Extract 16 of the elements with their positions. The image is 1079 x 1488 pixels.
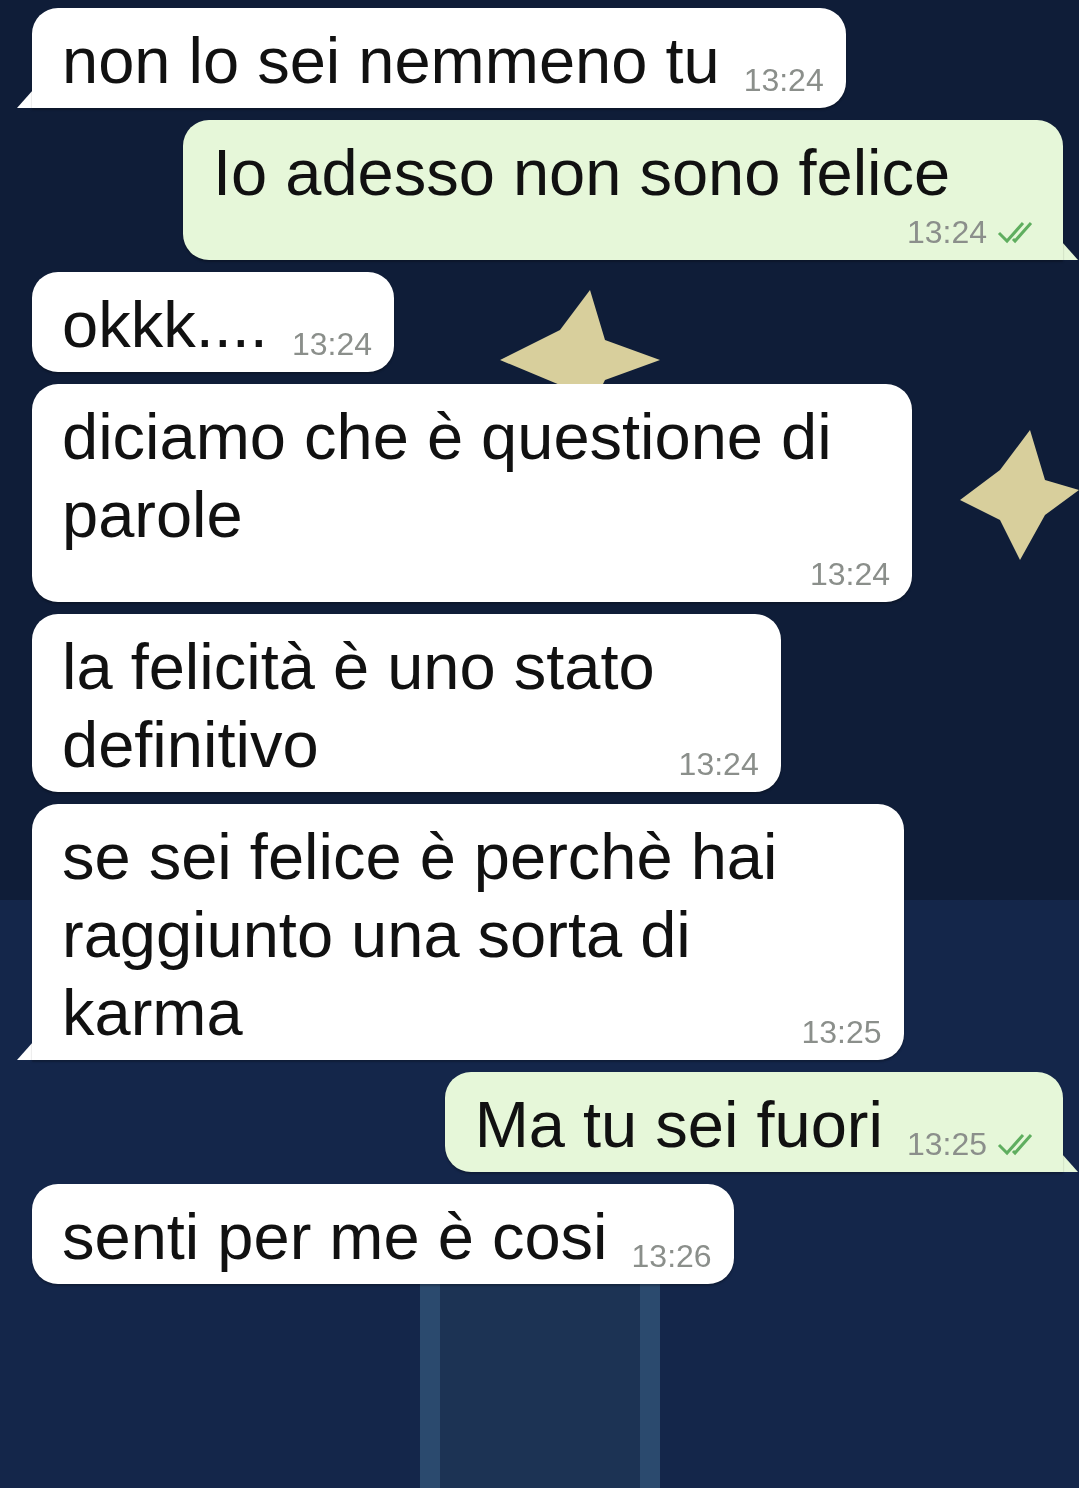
message-time: 13:25 <box>801 1013 882 1052</box>
message-text: Ma tu sei fuori <box>474 1087 883 1163</box>
message-text: diciamo che è questione di parole <box>62 399 832 553</box>
message-text: okkk.... <box>62 287 268 363</box>
message-time: 13:24 <box>291 325 372 364</box>
message-text: se sei felice è perchè hai raggiunto una sorta di karma <box>62 819 778 1051</box>
message-time: 13:24 <box>906 213 987 252</box>
message-text: non lo sei nemmeno tu <box>62 23 720 99</box>
message-time: 13:24 <box>743 61 824 100</box>
message-text: la felicità è uno stato definitivo <box>62 629 655 783</box>
message-time: 13:26 <box>631 1237 712 1276</box>
message-time: 13:25 <box>906 1125 987 1164</box>
message-text: Io adesso non sono felice <box>213 135 951 211</box>
message-text: senti per me è cosi <box>62 1199 608 1275</box>
message-time: 13:24 <box>678 745 759 784</box>
message-time: 13:24 <box>809 555 890 594</box>
